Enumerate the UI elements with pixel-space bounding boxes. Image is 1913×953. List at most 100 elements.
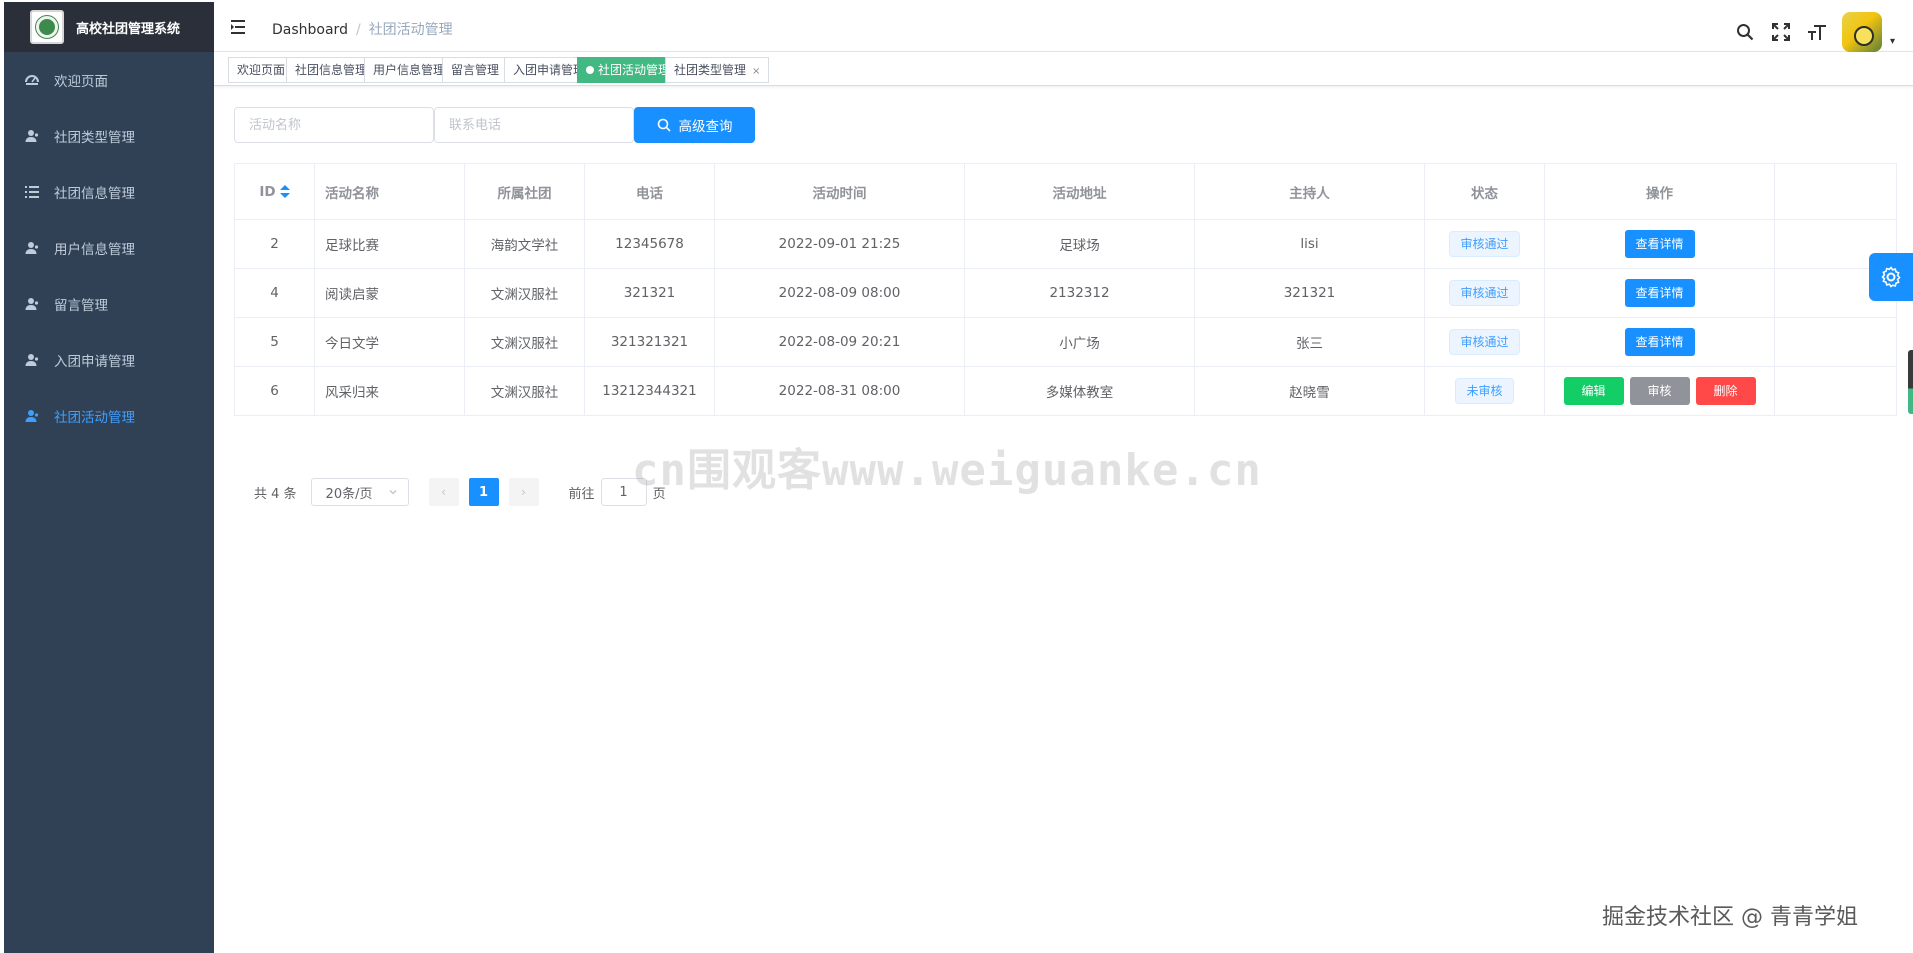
page-number-current[interactable]: 1 [468, 478, 499, 506]
sidebar-menu: 欢迎页面社团类型管理 社团信息管理 用户信息管理 留言管理入团申请管理社团活动管理 [4, 52, 214, 444]
user-icon [24, 128, 40, 144]
header-location: 活动地址 [964, 163, 1195, 220]
user-icon [24, 352, 40, 368]
header-host: 主持人 [1194, 163, 1425, 220]
breadcrumb-current: 社团活动管理 [368, 22, 453, 38]
activity-name-input[interactable] [234, 107, 434, 143]
cell-actions: 查看详情 [1544, 219, 1775, 269]
cell-status: 未审核 [1424, 366, 1545, 416]
breadcrumb: Dashboard / 社团活动管理 [272, 19, 453, 39]
activity-table: ID 活动名称 所属社团 电话 活动时间 活动地址 主持人 状态 操作 2 足球比… [234, 163, 1897, 416]
view-detail-button[interactable]: 查看详情 [1624, 328, 1695, 356]
cell-time: 2022-09-01 21:25 [714, 219, 965, 269]
tags-view: 欢迎页面 社团信息管理 用户信息管理 留言管理 入团申请管理 社团活动管理 社团类型管理 × [214, 52, 1913, 86]
sidebar-item-5[interactable]: 入团申请管理 [4, 332, 214, 388]
pagination: 共 4 条 20条/页 ‹ 1 › 前往 页 [254, 478, 666, 506]
tag-0[interactable]: 欢迎页面 [228, 57, 295, 83]
table-row: 6 风采归来 文渊汉服社 13212344321 2022-08-31 08:00 多媒体… [234, 366, 1897, 416]
cell-filler [1774, 317, 1897, 367]
tag-2[interactable]: 用户信息管理 [364, 57, 455, 83]
sidebar-item-2[interactable]: 社团信息管理 [4, 164, 214, 220]
sidebar-item-label: 用户信息管理 [54, 242, 135, 258]
cell-status: 审核通过 [1424, 219, 1545, 269]
sidebar-item-3[interactable]: 用户信息管理 [4, 220, 214, 276]
header-phone: 电话 [584, 163, 715, 220]
settings-button[interactable] [1869, 253, 1913, 301]
breadcrumb-separator: / [355, 22, 361, 38]
sidebar-item-1[interactable]: 社团类型管理 [4, 108, 214, 164]
sidebar-item-label: 留言管理 [54, 298, 108, 314]
sidebar-item-0[interactable]: 欢迎页面 [4, 52, 214, 108]
tag-label: 用户信息管理 [373, 63, 446, 77]
sidebar-item-6[interactable]: 社团活动管理 [4, 388, 214, 444]
tag-6[interactable]: 社团类型管理 × [665, 57, 770, 83]
font-size-icon[interactable] [1806, 21, 1828, 43]
view-detail-button[interactable]: 查看详情 [1624, 230, 1695, 258]
header-status: 状态 [1424, 163, 1545, 220]
chevron-down-icon[interactable]: ▾ [1890, 36, 1895, 47]
tag-5[interactable]: 社团活动管理 [577, 57, 680, 83]
cell-id: 5 [234, 317, 315, 367]
prev-page-button[interactable]: ‹ [428, 478, 459, 506]
audit-button[interactable]: 审核 [1629, 377, 1690, 405]
status-badge: 审核通过 [1449, 231, 1520, 257]
chevron-down-icon [389, 490, 397, 495]
table-row: 4 阅读启蒙 文渊汉服社 321321 2022-08-09 08:00 2132312 3… [234, 268, 1897, 318]
header-name: 活动名称 [314, 163, 465, 220]
edit-button[interactable]: 编辑 [1563, 377, 1624, 405]
view-detail-button[interactable]: 查看详情 [1624, 279, 1695, 307]
sidebar-item-label: 社团信息管理 [54, 186, 135, 202]
sidebar-item-label: 社团类型管理 [54, 130, 135, 146]
sidebar-item-4[interactable]: 留言管理 [4, 276, 214, 332]
cell-host: 321321 [1194, 268, 1425, 318]
school-logo-icon [30, 10, 64, 44]
sort-icon[interactable] [279, 184, 290, 199]
fullscreen-icon[interactable] [1770, 21, 1792, 43]
cell-actions: 查看详情 [1544, 317, 1775, 367]
cell-host: 赵晓雪 [1194, 366, 1425, 416]
cell-status: 审核通过 [1424, 268, 1545, 318]
next-page-button[interactable]: › [508, 478, 539, 506]
header-actions: 操作 [1544, 163, 1775, 220]
cell-club: 文渊汉服社 [464, 268, 585, 318]
tag-label: 社团类型管理 [674, 63, 747, 77]
tag-label: 社团信息管理 [295, 63, 368, 77]
close-icon[interactable]: × [752, 66, 760, 77]
cell-time: 2022-08-09 08:00 [714, 268, 965, 318]
search-icon[interactable] [1734, 21, 1756, 43]
tag-1[interactable]: 社团信息管理 [286, 57, 377, 83]
tag-label: 欢迎页面 [237, 63, 286, 77]
advanced-search-button[interactable]: 高级查询 [634, 107, 755, 143]
status-badge: 审核通过 [1449, 329, 1520, 355]
cell-name: 阅读启蒙 [314, 268, 465, 318]
gear-icon [1881, 266, 1901, 288]
table-header-row: ID 活动名称 所属社团 电话 活动时间 活动地址 主持人 状态 操作 [234, 163, 1897, 220]
page-size-value: 20条/页 [325, 486, 373, 502]
cell-club: 文渊汉服社 [464, 317, 585, 367]
user-avatar[interactable] [1841, 12, 1882, 52]
cell-name: 今日文学 [314, 317, 465, 367]
phone-input[interactable] [434, 107, 634, 143]
cell-location: 足球场 [964, 219, 1195, 269]
table-body: 2 足球比赛 海韵文学社 12345678 2022-09-01 21:25 足球场 lis… [234, 219, 1897, 416]
side-drawer-handle[interactable] [1908, 350, 1913, 414]
header-id[interactable]: ID [234, 163, 315, 220]
sidebar-item-label: 社团活动管理 [54, 410, 135, 426]
cell-actions: 查看详情 [1544, 268, 1775, 318]
status-badge: 未审核 [1455, 378, 1514, 404]
cell-phone: 321321 [584, 268, 715, 318]
breadcrumb-home[interactable]: Dashboard [272, 22, 348, 38]
hamburger-icon[interactable] [230, 18, 248, 36]
credit-text: 掘金技术社区 @ 青青学姐 [1602, 905, 1858, 930]
delete-button[interactable]: 删除 [1695, 377, 1756, 405]
table-row: 5 今日文学 文渊汉服社 321321321 2022-08-09 20:21 小广场 张三… [234, 317, 1897, 367]
header-id-label: ID [259, 183, 276, 200]
logo-area[interactable]: 高校社团管理系统 [4, 2, 214, 52]
list-icon [24, 184, 40, 200]
search-icon [657, 118, 671, 132]
tag-3[interactable]: 留言管理 [442, 57, 509, 83]
cell-phone: 321321321 [584, 317, 715, 367]
cell-name: 风采归来 [314, 366, 465, 416]
cell-actions: 编辑 审核 删除 [1544, 366, 1775, 416]
page-size-select[interactable]: 20条/页 [310, 478, 409, 506]
